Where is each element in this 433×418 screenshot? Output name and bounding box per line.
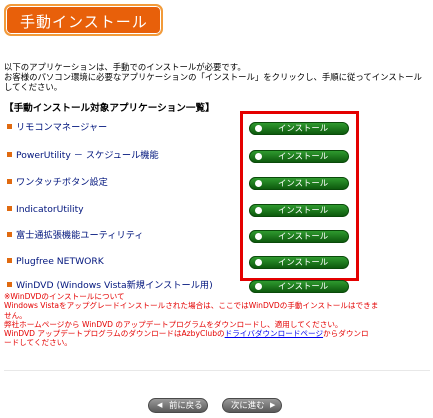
- bullet-icon: [7, 152, 12, 157]
- install-button[interactable]: インストール: [249, 177, 349, 190]
- bullet-icon: [7, 179, 12, 184]
- bullet-icon: [7, 258, 12, 263]
- install-button-label: インストール: [278, 151, 329, 161]
- windvd-notes: ※WinDVDのインストールについて Windows Vistaをアップグレード…: [4, 292, 430, 348]
- page-title: 手動インストール: [20, 13, 148, 31]
- app-name: Plugfree NETWORK: [16, 256, 104, 267]
- install-button-label: インストール: [278, 231, 329, 241]
- app-name: ワンタッチボタン設定: [16, 177, 108, 188]
- note-text: からダウンロ: [323, 329, 369, 339]
- install-button-label: インストール: [278, 178, 329, 188]
- bullet-icon: [7, 124, 12, 129]
- note-line: ードしてください。: [4, 338, 72, 348]
- radio-dot-icon: [255, 180, 262, 187]
- intro-line: してください。: [4, 82, 63, 92]
- app-item-indicatorutility: IndicatorUtility: [7, 203, 84, 217]
- install-button[interactable]: インストール: [249, 230, 349, 243]
- intro-text: 以下のアプリケーションは、手動でのインストールが必要です。 お客様のパソコン環境…: [4, 62, 430, 92]
- bullet-icon: [7, 232, 12, 237]
- install-button[interactable]: インストール: [249, 204, 349, 217]
- intro-line: 以下のアプリケーションは、手動でのインストールが必要です。: [4, 62, 246, 72]
- driver-download-link[interactable]: ドライバダウンロードページ: [225, 329, 323, 338]
- section-heading: 【手動インストール対象アプリケーション一覧】: [4, 103, 215, 114]
- note-line: 弊社ホームページから WinDVD のアップデートプログラムをダウンロードし、適…: [4, 319, 343, 329]
- back-arrow-icon: ◀: [157, 401, 163, 409]
- next-arrow-icon: ▶: [270, 401, 276, 409]
- back-button[interactable]: ◀ 前に戻る: [148, 398, 208, 413]
- install-button-label: インストール: [278, 281, 329, 291]
- back-button-label: 前に戻る: [169, 400, 203, 410]
- radio-dot-icon: [255, 233, 262, 240]
- install-button[interactable]: インストール: [249, 150, 349, 163]
- app-item-windvd: WinDVD (Windows Vista新規インストール用): [7, 279, 213, 293]
- app-name: WinDVD (Windows Vista新規インストール用): [16, 280, 213, 291]
- app-name: リモコンマネージャー: [16, 122, 108, 133]
- app-item-remote-manager: リモコンマネージャー: [7, 121, 107, 135]
- radio-dot-icon: [255, 283, 262, 290]
- app-name: IndicatorUtility: [16, 204, 84, 215]
- page-title-banner: 手動インストール: [4, 4, 163, 36]
- bullet-icon: [7, 282, 12, 287]
- install-button-label: インストール: [278, 205, 329, 215]
- note-line: WinDVD アップデートプログラムのダウンロードはAzbyClubのドライバダ…: [4, 329, 430, 338]
- app-name: PowerUtility － スケジュール機能: [16, 150, 159, 161]
- install-button-label: インストール: [278, 123, 329, 133]
- note-line: ※WinDVDのインストールについて: [4, 292, 125, 301]
- divider: [4, 370, 430, 371]
- intro-line: お客様のパソコン環境に必要なアプリケーションの「インストール」をクリックし、手順…: [4, 72, 422, 82]
- app-item-fujitsu-extension: 富士通拡張機能ユーティリティ: [7, 229, 144, 243]
- radio-dot-icon: [255, 153, 262, 160]
- app-item-plugfree-network: Plugfree NETWORK: [7, 255, 104, 269]
- install-button-label: インストール: [278, 257, 329, 267]
- radio-dot-icon: [255, 125, 262, 132]
- next-button[interactable]: 次に進む ▶: [222, 398, 282, 413]
- next-button-label: 次に進む: [231, 400, 265, 410]
- bullet-icon: [7, 206, 12, 211]
- radio-dot-icon: [255, 259, 262, 266]
- app-item-onetouch-button: ワンタッチボタン設定: [7, 176, 108, 190]
- app-name: 富士通拡張機能ユーティリティ: [16, 230, 144, 241]
- radio-dot-icon: [255, 207, 262, 214]
- note-line: Windows Vistaをアップグレードインストールされた場合は、ここではWi…: [4, 301, 379, 311]
- app-item-powerutility: PowerUtility － スケジュール機能: [7, 149, 159, 163]
- install-button[interactable]: インストール: [249, 256, 349, 269]
- install-button[interactable]: インストール: [249, 122, 349, 135]
- note-line: せん。: [4, 310, 27, 320]
- note-text: WinDVD アップデートプログラムのダウンロードはAzbyClubの: [4, 329, 225, 339]
